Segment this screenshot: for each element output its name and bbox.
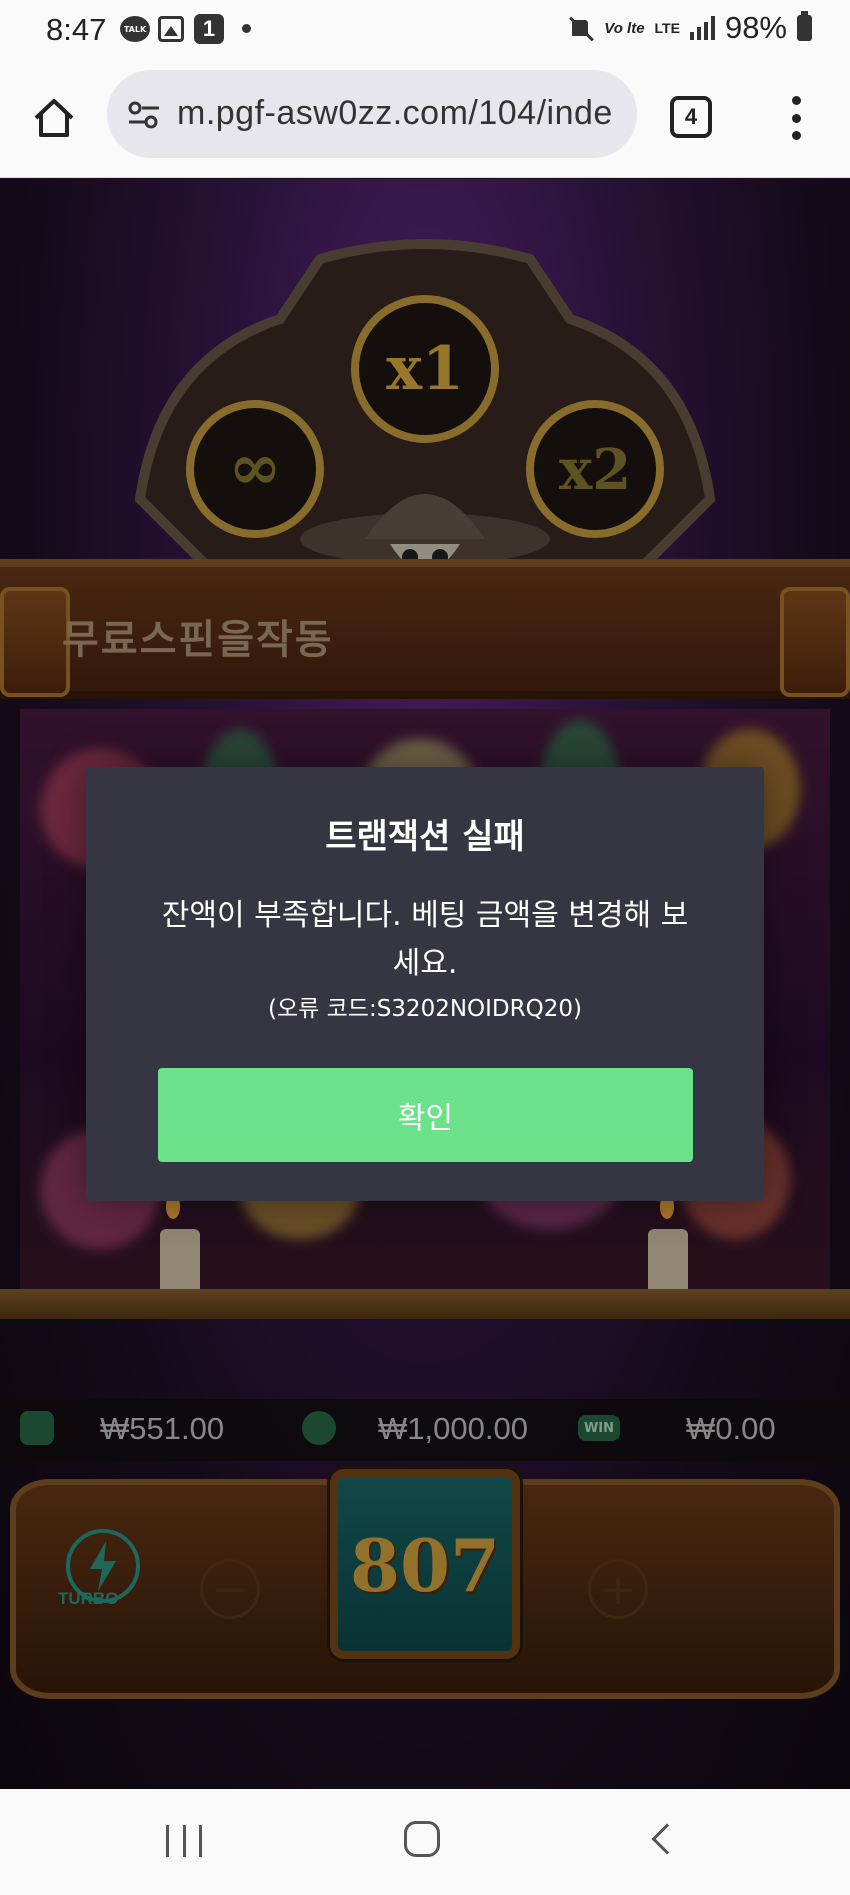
battery-percent: 98%: [724, 10, 787, 45]
dialog-title: 트랜잭션 실패: [325, 817, 525, 857]
notification-count-icon: 1: [194, 14, 224, 44]
more-notifications-dot-icon: [242, 24, 251, 33]
recents-icon[interactable]: [166, 1825, 202, 1857]
url-text[interactable]: m.pgf-asw0zz.com/104/inde: [177, 94, 613, 133]
transaction-failed-dialog: 트랜잭션 실패 잔액이 부족합니다. 베팅 금액을 변경해 보세요. (오류 코…: [86, 767, 764, 1201]
volte-icon: Vo lte: [604, 19, 645, 37]
status-right-icons: Vo lte LTE 98%: [568, 10, 812, 46]
android-nav-bar: [0, 1789, 850, 1895]
tab-switcher-button[interactable]: 4: [670, 96, 712, 138]
lte-icon: LTE: [654, 20, 680, 36]
browser-toolbar: m.pgf-asw0zz.com/104/inde 4: [0, 60, 850, 178]
kakaotalk-icon: TALK: [120, 16, 150, 42]
confirm-button[interactable]: 확인: [158, 1068, 693, 1162]
back-icon[interactable]: [651, 1823, 683, 1855]
mute-icon: [568, 15, 594, 41]
dialog-message: 잔액이 부족합니다. 베팅 금액을 변경해 보세요.: [161, 898, 689, 981]
status-bar: 8:47 TALK 1 Vo lte LTE 98%: [0, 0, 850, 60]
dialog-error-code: (오류 코드:S3202NOIDRQ20): [268, 996, 582, 1022]
signal-icon: [689, 16, 715, 40]
gallery-icon: [158, 16, 184, 42]
site-settings-icon[interactable]: [127, 100, 161, 130]
address-bar[interactable]: m.pgf-asw0zz.com/104/inde: [107, 70, 637, 158]
home-nav-icon[interactable]: [404, 1821, 440, 1857]
battery-icon: [797, 11, 812, 41]
home-icon[interactable]: [32, 96, 76, 140]
status-time: 8:47: [46, 12, 107, 47]
more-menu-icon[interactable]: [784, 96, 808, 140]
